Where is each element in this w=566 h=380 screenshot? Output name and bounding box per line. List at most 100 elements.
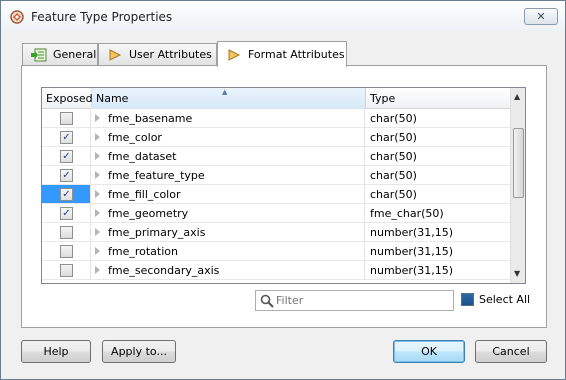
expand-arrow-icon[interactable] bbox=[95, 266, 100, 274]
table-row[interactable]: fme_secondary_axis number(31,15) bbox=[42, 261, 510, 280]
select-all-box[interactable] bbox=[461, 293, 474, 306]
select-all-label: Select All bbox=[479, 293, 531, 306]
table-row[interactable]: ✓ fme_feature_type char(50) bbox=[42, 166, 510, 185]
exposed-checkbox[interactable]: ✓ bbox=[60, 131, 73, 144]
window-title: Feature Type Properties bbox=[31, 10, 173, 24]
exposed-cell: ✓ bbox=[42, 128, 91, 146]
attribute-type: number(31,15) bbox=[370, 225, 454, 239]
attribute-name-cell: fme_fill_color bbox=[92, 185, 365, 203]
filter-input[interactable] bbox=[276, 292, 451, 309]
ok-button-label: OK bbox=[421, 345, 437, 358]
attribute-type-cell: number(31,15) bbox=[366, 242, 510, 260]
expand-arrow-icon[interactable] bbox=[95, 171, 100, 179]
attribute-type: number(31,15) bbox=[370, 263, 454, 277]
expand-arrow-icon[interactable] bbox=[95, 247, 100, 255]
attribute-type: char(50) bbox=[370, 149, 417, 163]
close-icon: ✕ bbox=[536, 10, 546, 23]
scroll-up-icon[interactable]: ▲ bbox=[514, 92, 520, 101]
attribute-name-cell: fme_feature_type bbox=[92, 166, 365, 184]
exposed-checkbox[interactable] bbox=[60, 264, 73, 277]
attribute-type-cell: char(50) bbox=[366, 109, 510, 127]
column-header-name[interactable]: Name ▲ bbox=[92, 88, 366, 109]
exposed-checkbox[interactable] bbox=[60, 245, 73, 258]
checkmark-icon: ✓ bbox=[62, 208, 71, 219]
tab-format-attributes[interactable]: Format Attributes bbox=[217, 41, 347, 67]
table-header: Exposed Name ▲ Type bbox=[42, 88, 510, 109]
scroll-down-icon[interactable]: ▼ bbox=[514, 269, 520, 278]
checkmark-icon: ✓ bbox=[62, 189, 71, 200]
apply-to-button[interactable]: Apply to... bbox=[102, 340, 176, 363]
column-header-type[interactable]: Type bbox=[366, 88, 510, 109]
attribute-type-cell: char(50) bbox=[366, 128, 510, 146]
table-row[interactable]: fme_primary_axis number(31,15) bbox=[42, 223, 510, 242]
column-header-exposed[interactable]: Exposed bbox=[42, 88, 93, 109]
attribute-name: fme_fill_color bbox=[108, 187, 181, 201]
cancel-button[interactable]: Cancel bbox=[475, 340, 547, 363]
exposed-cell bbox=[42, 261, 91, 279]
table-row[interactable]: fme_rotation number(31,15) bbox=[42, 242, 510, 261]
exposed-cell bbox=[42, 109, 91, 127]
attribute-name-cell: fme_secondary_axis bbox=[92, 261, 365, 279]
attribute-type: number(31,15) bbox=[370, 244, 454, 258]
exposed-checkbox[interactable] bbox=[60, 226, 73, 239]
exposed-checkbox[interactable]: ✓ bbox=[60, 188, 73, 201]
help-button-label: Help bbox=[43, 345, 69, 358]
tab-general[interactable]: General bbox=[22, 43, 98, 65]
checkmark-icon: ✓ bbox=[62, 170, 71, 181]
expand-arrow-icon[interactable] bbox=[95, 114, 100, 122]
expand-arrow-icon[interactable] bbox=[95, 133, 100, 141]
column-header-name-label: Name bbox=[96, 92, 129, 105]
exposed-cell: ✓ bbox=[42, 147, 91, 165]
table-row[interactable]: ✓ fme_dataset char(50) bbox=[42, 147, 510, 166]
attribute-name: fme_geometry bbox=[108, 206, 189, 220]
exposed-checkbox[interactable]: ✓ bbox=[60, 150, 73, 163]
filter-box[interactable] bbox=[255, 290, 454, 311]
expand-arrow-icon[interactable] bbox=[95, 228, 100, 236]
tab-user-attributes[interactable]: User Attributes bbox=[98, 43, 217, 65]
expand-arrow-icon[interactable] bbox=[95, 209, 100, 217]
attribute-name-cell: fme_dataset bbox=[92, 147, 365, 165]
attribute-type-cell: char(50) bbox=[366, 185, 510, 203]
tab-general-label: General bbox=[53, 48, 97, 61]
vertical-scrollbar[interactable]: ▲ ▼ bbox=[510, 88, 525, 283]
attribute-type: char(50) bbox=[370, 168, 417, 182]
exposed-cell: ✓ bbox=[42, 204, 91, 222]
exposed-cell bbox=[42, 223, 91, 241]
exposed-checkbox[interactable] bbox=[60, 112, 73, 125]
help-button[interactable]: Help bbox=[21, 340, 91, 363]
attribute-name: fme_basename bbox=[108, 111, 193, 125]
attribute-name: fme_dataset bbox=[108, 149, 177, 163]
dialog-window: Feature Type Properties ✕ General User A… bbox=[0, 0, 566, 380]
sort-ascending-icon: ▲ bbox=[222, 88, 228, 96]
attribute-type: char(50) bbox=[370, 130, 417, 144]
attribute-type: fme_char(50) bbox=[370, 206, 444, 220]
attribute-name-cell: fme_geometry bbox=[92, 204, 365, 222]
exposed-checkbox[interactable]: ✓ bbox=[60, 169, 73, 182]
attribute-name-cell: fme_primary_axis bbox=[92, 223, 365, 241]
expand-arrow-icon[interactable] bbox=[95, 190, 100, 198]
select-all-checkbox[interactable]: Select All bbox=[461, 293, 530, 306]
table-row[interactable]: fme_basename char(50) bbox=[42, 109, 510, 128]
expand-arrow-icon[interactable] bbox=[95, 152, 100, 160]
attribute-name: fme_primary_axis bbox=[108, 225, 206, 239]
tab-format-attributes-label: Format Attributes bbox=[248, 48, 345, 61]
scrollbar-thumb[interactable] bbox=[513, 128, 524, 198]
exposed-cell bbox=[42, 242, 91, 260]
exposed-checkbox[interactable]: ✓ bbox=[60, 207, 73, 220]
attribute-name: fme_feature_type bbox=[108, 168, 205, 182]
close-button[interactable]: ✕ bbox=[524, 8, 558, 25]
attribute-type: char(50) bbox=[370, 187, 417, 201]
table-row[interactable]: ✓ fme_geometry fme_char(50) bbox=[42, 204, 510, 223]
attribute-name-cell: fme_rotation bbox=[92, 242, 365, 260]
column-header-exposed-label: Exposed bbox=[46, 92, 93, 105]
table-row[interactable]: ✓ fme_color char(50) bbox=[42, 128, 510, 147]
user-attributes-tab-icon bbox=[109, 48, 122, 61]
exposed-cell: ✓ bbox=[42, 185, 91, 203]
ok-button[interactable]: OK bbox=[393, 340, 465, 363]
apply-to-button-label: Apply to... bbox=[111, 345, 167, 358]
table-row[interactable]: ✓ fme_fill_color char(50) bbox=[42, 185, 510, 204]
search-icon bbox=[260, 294, 274, 308]
exposed-cell: ✓ bbox=[42, 166, 91, 184]
general-tab-icon bbox=[31, 48, 47, 61]
attribute-name: fme_secondary_axis bbox=[108, 263, 220, 277]
